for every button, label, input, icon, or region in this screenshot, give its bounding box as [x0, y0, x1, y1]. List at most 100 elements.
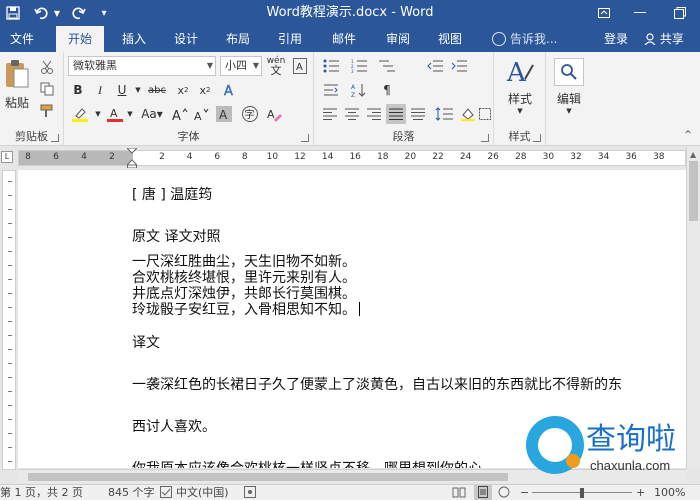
sort-icon[interactable]: AZ: [348, 80, 370, 100]
font-size-combo[interactable]: 小四 ▼: [220, 56, 262, 76]
undo-icon[interactable]: [30, 0, 54, 26]
save-icon[interactable]: [0, 0, 26, 26]
clear-format-icon[interactable]: A: [264, 104, 284, 124]
bold-icon[interactable]: B: [70, 80, 86, 100]
align-right-icon[interactable]: [364, 104, 384, 124]
macro-icon[interactable]: [244, 485, 256, 500]
tab-design[interactable]: 设计: [164, 26, 208, 52]
editing-button[interactable]: 编辑: [546, 90, 592, 106]
italic-icon[interactable]: I: [92, 80, 108, 100]
proofing-icon[interactable]: [160, 485, 172, 500]
zoom-level[interactable]: 100%: [654, 485, 685, 500]
collapse-ribbon-icon[interactable]: ^: [680, 128, 696, 142]
underline-dropdown-icon[interactable]: ▼: [134, 80, 142, 100]
grow-font-icon[interactable]: A: [170, 104, 190, 124]
vertical-ruler-tick: [8, 279, 12, 280]
borders-icon[interactable]: [478, 104, 492, 124]
maximize-button[interactable]: [660, 0, 700, 26]
editing-dropdown-icon[interactable]: ▼: [546, 106, 592, 116]
char-shading-icon[interactable]: A: [214, 104, 234, 124]
indent-marker-icon[interactable]: [127, 148, 137, 168]
share-button[interactable]: 共享: [644, 26, 684, 52]
print-layout-icon[interactable]: [474, 485, 492, 500]
paste-icon[interactable]: [2, 56, 32, 92]
title-bar: ▼ ▾ Word教程演示.docx - Word: [0, 0, 700, 26]
undo-dropdown-icon[interactable]: ▼: [52, 0, 62, 26]
shading-icon[interactable]: [458, 104, 478, 124]
tab-home[interactable]: 开始: [56, 26, 104, 53]
format-painter-icon[interactable]: [38, 102, 56, 120]
tab-references[interactable]: 引用: [268, 26, 312, 52]
font-launcher-icon[interactable]: [301, 134, 309, 142]
increase-indent-icon[interactable]: [448, 56, 470, 76]
watermark-logo: 查询啦 chaxunla.com: [520, 410, 700, 482]
superscript-icon[interactable]: x2: [196, 80, 214, 100]
font-color-icon[interactable]: A: [104, 104, 126, 124]
font-name-combo[interactable]: 微软雅黑 ▼: [68, 56, 216, 76]
shrink-font-icon[interactable]: A: [192, 104, 212, 124]
vertical-ruler[interactable]: [2, 170, 16, 470]
line-spacing-icon[interactable]: [432, 104, 456, 124]
tab-insert[interactable]: 插入: [112, 26, 156, 52]
clipboard-launcher-icon[interactable]: [51, 134, 59, 142]
page-count[interactable]: 第 1 页，共 2 页: [0, 485, 83, 500]
strikethrough-icon[interactable]: abc: [146, 80, 168, 100]
word-count[interactable]: 845 个字: [108, 485, 155, 500]
styles-dropdown-icon[interactable]: ▼: [496, 106, 544, 116]
tab-review[interactable]: 审阅: [376, 26, 420, 52]
styles-gallery-icon[interactable]: A: [504, 56, 536, 88]
tab-mailings[interactable]: 邮件: [322, 26, 366, 52]
cut-icon[interactable]: [38, 58, 56, 76]
numbering-icon[interactable]: 123: [348, 56, 370, 76]
distributed-icon[interactable]: [408, 104, 428, 124]
read-mode-icon[interactable]: [452, 485, 466, 500]
horizontal-scroll-thumb[interactable]: [28, 473, 508, 481]
asian-layout-icon[interactable]: [320, 80, 342, 100]
font-group-label: 字体: [177, 130, 200, 143]
customize-toolbar-icon[interactable]: ▾: [96, 0, 112, 26]
zoom-in-button[interactable]: +: [636, 485, 645, 500]
scroll-up-icon[interactable]: ▲: [690, 150, 696, 159]
paste-button[interactable]: 粘贴: [2, 94, 32, 110]
language-indicator[interactable]: 中文(中国): [176, 485, 229, 500]
ribbon-display-icon[interactable]: [584, 0, 624, 26]
styles-button[interactable]: 样式: [496, 90, 544, 106]
justify-icon[interactable]: [386, 104, 406, 124]
vertical-scroll-thumb[interactable]: [689, 161, 698, 221]
highlight-dropdown-icon[interactable]: ▼: [94, 104, 102, 124]
redo-icon[interactable]: [66, 0, 90, 26]
tab-file[interactable]: 文件: [0, 26, 44, 52]
highlight-icon[interactable]: [70, 104, 92, 124]
decrease-indent-icon[interactable]: [424, 56, 446, 76]
ribbon: 粘贴 剪贴板 微软雅黑 ▼ 小四 ▼ wén 文 A B I U ▼ abc x2 x…: [0, 52, 700, 146]
web-layout-icon[interactable]: [498, 485, 510, 500]
align-center-icon[interactable]: [342, 104, 362, 124]
poem-line-text: 玲珑骰子安红豆，入骨相思知不知。: [132, 302, 356, 318]
tab-view[interactable]: 视图: [428, 26, 472, 52]
underline-icon[interactable]: U: [112, 80, 132, 100]
copy-icon[interactable]: [38, 80, 56, 98]
enclose-char-icon[interactable]: 字: [240, 104, 260, 124]
zoom-slider-thumb[interactable]: [580, 488, 584, 498]
zoom-out-button[interactable]: −: [520, 485, 529, 500]
align-left-icon[interactable]: [320, 104, 340, 124]
tab-selector-icon[interactable]: L: [1, 151, 13, 163]
search-icon[interactable]: [554, 58, 584, 86]
change-case-icon[interactable]: Aa▾: [138, 104, 166, 124]
horizontal-ruler[interactable]: 8 6 4 2 2 4 6 8 10 12 14 16 18 20 22 24 26 28 30 32 34 36 38: [18, 148, 686, 168]
paragraph-launcher-icon[interactable]: [481, 134, 489, 142]
minimize-button[interactable]: [620, 0, 660, 26]
styles-launcher-icon[interactable]: [533, 134, 541, 142]
signin-link[interactable]: 登录: [604, 26, 628, 52]
phonetic-guide-icon[interactable]: wén 文: [266, 55, 286, 77]
text-effects-icon[interactable]: A: [220, 80, 240, 100]
char-border-icon[interactable]: A: [290, 55, 310, 77]
bullets-icon[interactable]: [320, 56, 342, 76]
multilevel-list-icon[interactable]: [376, 56, 398, 76]
translation-line: 你我原本应该像合欢桃核一样坚贞不移，哪里想到你的心: [132, 458, 482, 468]
font-color-dropdown-icon[interactable]: ▼: [126, 104, 134, 124]
subscript-icon[interactable]: x2: [174, 80, 192, 100]
show-marks-icon[interactable]: ¶: [376, 80, 398, 100]
tab-layout[interactable]: 布局: [216, 26, 260, 52]
tell-me-box[interactable]: 告诉我...: [492, 26, 557, 52]
